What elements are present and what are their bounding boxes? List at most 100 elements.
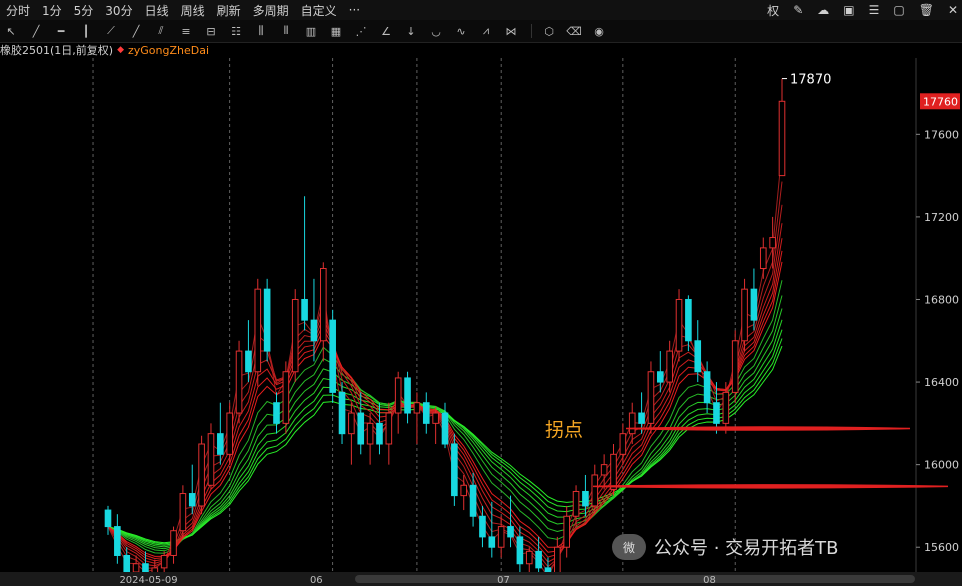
- candle: [319, 262, 327, 362]
- candle-body: [703, 371, 711, 404]
- edit-icon[interactable]: ✎: [793, 3, 803, 17]
- candle: [703, 361, 711, 414]
- angle-icon[interactable]: ∠: [375, 22, 397, 40]
- wave-icon[interactable]: ∿: [450, 22, 472, 40]
- candle-body: [422, 402, 430, 424]
- candle: [179, 485, 187, 539]
- arrow-down-icon[interactable]: ↓: [400, 22, 422, 40]
- candle-body: [245, 350, 252, 373]
- last-price-label: 17760: [923, 95, 958, 108]
- cursor-icon[interactable]: ↖: [0, 22, 22, 40]
- window-controls: 权 ✎ ☁ ▣ ☰ ▢ 🗑 ✕: [767, 0, 958, 20]
- rights-button[interactable]: 权: [767, 2, 779, 19]
- candle-body: [114, 526, 121, 556]
- window-icon[interactable]: ▢: [893, 3, 904, 17]
- period-fenshi[interactable]: 分时: [0, 2, 36, 19]
- candle-body: [226, 412, 234, 455]
- delete-icon[interactable]: 🗑: [919, 3, 934, 17]
- vertical-line-icon[interactable]: ┃: [75, 22, 97, 40]
- candle-body: [441, 412, 449, 445]
- candle: [348, 402, 355, 465]
- symbol-label: 橡胶2501(1日,前复权): [0, 44, 114, 57]
- watermark: 微 公众号 · 交易开拓者TB: [612, 534, 839, 560]
- candle: [114, 514, 121, 564]
- toolbar-separator: [531, 24, 532, 38]
- candle-body: [582, 490, 589, 507]
- line-segment-icon[interactable]: ╱: [25, 22, 47, 40]
- candle-body: [170, 530, 177, 556]
- y-tick-label: 17200: [924, 211, 959, 224]
- indicator-name[interactable]: zyGongZheDai: [128, 44, 209, 57]
- period-weekly[interactable]: 周线: [175, 2, 211, 19]
- candle-body: [750, 288, 758, 321]
- refresh-button[interactable]: 刷新: [211, 2, 247, 19]
- candle-body: [432, 412, 439, 424]
- candle: [441, 402, 449, 449]
- candle: [235, 340, 243, 424]
- period-30min[interactable]: 30分: [99, 2, 138, 19]
- fan-icon[interactable]: ⋰: [350, 22, 372, 40]
- more-button[interactable]: ···: [343, 3, 366, 17]
- cloud-icon[interactable]: ☁: [817, 3, 829, 17]
- candle-body: [404, 377, 411, 414]
- bars-icon[interactable]: ▥: [300, 22, 322, 40]
- candle-body: [366, 422, 374, 445]
- candle-body: [563, 515, 571, 548]
- candle-body: [610, 453, 617, 490]
- candle-body: [516, 536, 524, 565]
- arc-icon[interactable]: ◡: [425, 22, 447, 40]
- chart-info: 橡胶2501(1日,前复权) ◆ zyGongZheDai: [0, 42, 209, 58]
- candle-body: [769, 237, 776, 249]
- eye-icon[interactable]: ◉: [588, 22, 610, 40]
- support-line-lower: [592, 484, 949, 489]
- multi-period-button[interactable]: 多周期: [247, 2, 295, 19]
- parallel-channel-icon[interactable]: ⫽: [150, 22, 172, 40]
- x-scrollbar-thumb[interactable]: [355, 575, 915, 583]
- gann-icon[interactable]: ⊟: [200, 22, 222, 40]
- candle-body: [535, 550, 542, 569]
- candlestick-chart[interactable]: 15600 16000 16400 16800 17200 17600 拐点 17870 177…: [0, 0, 962, 586]
- candle: [600, 454, 608, 490]
- pattern-icon[interactable]: ⋈: [500, 22, 522, 40]
- box-icon[interactable]: ▦: [325, 22, 347, 40]
- fibonacci-icon[interactable]: ≡: [175, 22, 197, 40]
- period-1min[interactable]: 1分: [36, 2, 68, 19]
- candle: [291, 289, 299, 383]
- settings-icon[interactable]: ☰: [869, 3, 880, 17]
- zigzag-icon[interactable]: ⩘: [475, 22, 497, 40]
- period-lines-icon[interactable]: ⫼: [250, 22, 272, 40]
- candle-body: [104, 509, 112, 528]
- candle: [582, 474, 589, 517]
- close-icon[interactable]: ✕: [948, 3, 958, 17]
- candle-body: [628, 412, 636, 435]
- hexagon-icon[interactable]: ⬡: [538, 22, 560, 40]
- custom-button[interactable]: 自定义: [295, 2, 343, 19]
- grid-icon[interactable]: ☷: [225, 22, 247, 40]
- candle: [254, 278, 262, 387]
- candle: [451, 433, 458, 506]
- candle-body: [713, 402, 720, 424]
- candle-body: [647, 371, 655, 424]
- columns-icon[interactable]: ⦀: [275, 22, 297, 40]
- candle-body: [507, 526, 514, 538]
- period-5min[interactable]: 5分: [68, 2, 100, 19]
- horizontal-line-icon[interactable]: ━: [50, 22, 72, 40]
- eraser-icon[interactable]: ⌫: [563, 22, 585, 40]
- candle-body: [488, 536, 496, 548]
- candle-body: [376, 422, 383, 445]
- candle-body: [319, 268, 327, 342]
- image-icon[interactable]: ▣: [843, 3, 854, 17]
- candle-body: [741, 288, 748, 342]
- candle-body: [179, 493, 187, 532]
- ray-icon[interactable]: ⟋: [100, 22, 122, 40]
- candle: [207, 423, 215, 490]
- candle: [422, 392, 430, 434]
- candle-body: [217, 433, 224, 455]
- extended-line-icon[interactable]: ╱: [125, 22, 147, 40]
- candle: [366, 413, 374, 465]
- period-daily[interactable]: 日线: [139, 2, 175, 19]
- candle: [778, 78, 786, 177]
- x-tick-label: 07: [497, 575, 510, 586]
- watermark-text: 公众号 · 交易开拓者TB: [654, 538, 839, 559]
- candle-body: [291, 298, 299, 373]
